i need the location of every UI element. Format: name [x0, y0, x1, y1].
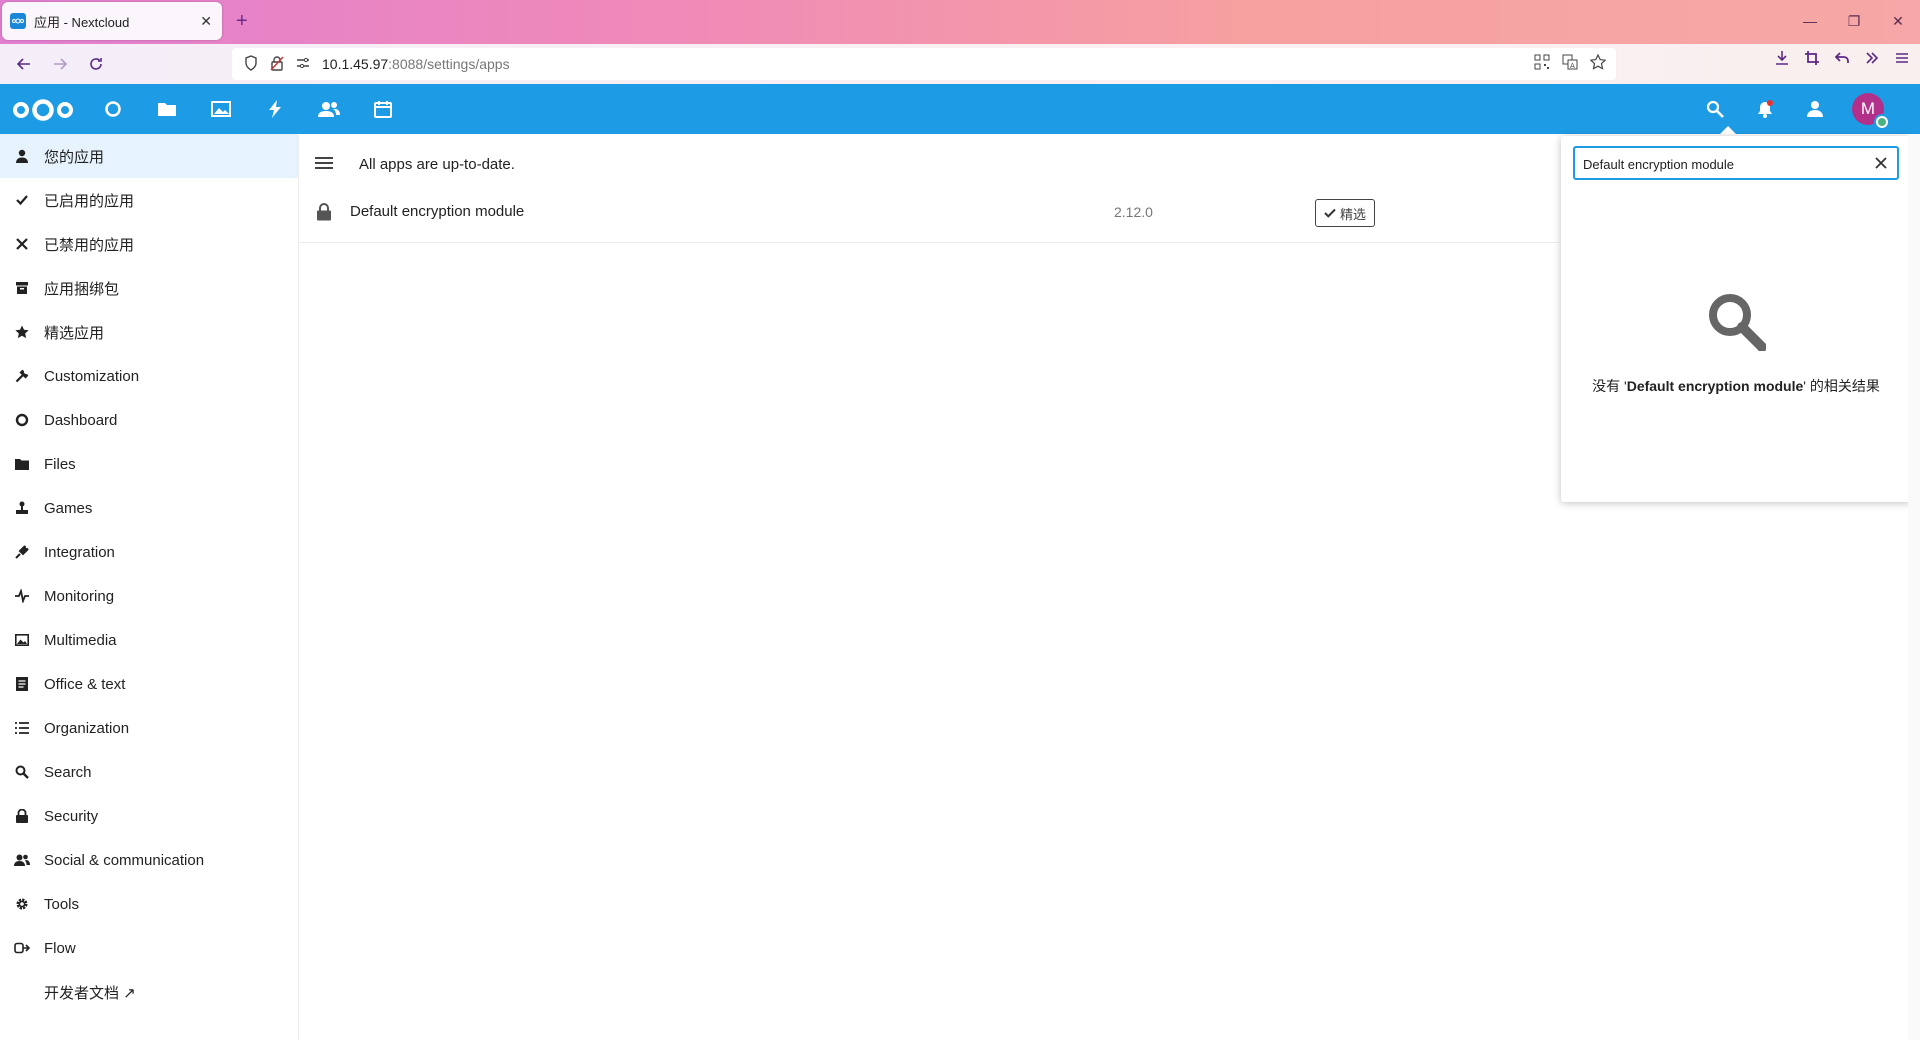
- close-icon: [12, 234, 32, 254]
- unified-search-dropdown: 没有 'Default encryption module' 的相关结果: [1561, 136, 1911, 502]
- forward-button[interactable]: [46, 50, 74, 78]
- sidebar-item-tools[interactable]: Tools: [0, 882, 298, 926]
- calendar-icon[interactable]: [370, 96, 396, 122]
- search-icon: [12, 762, 32, 782]
- downloads-icon[interactable]: [1774, 50, 1790, 71]
- activity-icon[interactable]: [262, 96, 288, 122]
- check-icon: [12, 190, 32, 210]
- sidebar-item-social-communication[interactable]: Social & communication: [0, 838, 298, 882]
- apps-main-content: All apps are up-to-date. Default encrypt…: [299, 134, 1559, 1040]
- sidebar-item-search[interactable]: Search: [0, 750, 298, 794]
- navigation-toggle-icon[interactable]: [313, 154, 335, 172]
- browser-tab[interactable]: 应用 - Nextcloud ✕: [2, 2, 222, 40]
- check-icon: [1324, 208, 1336, 218]
- folder-icon: [12, 454, 32, 474]
- lock-icon: [12, 806, 32, 826]
- shield-icon[interactable]: [244, 54, 258, 74]
- tab-close-icon[interactable]: ✕: [200, 13, 212, 30]
- sidebar-item-customization[interactable]: Customization: [0, 354, 298, 398]
- bookmark-star-icon[interactable]: [1589, 53, 1607, 74]
- sidebar-item-disabled-apps[interactable]: 已禁用的应用: [0, 222, 298, 266]
- sidebar-item-monitoring[interactable]: Monitoring: [0, 574, 298, 618]
- pulse-icon: [12, 586, 32, 606]
- app-version: 2.12.0: [1114, 204, 1153, 220]
- nextcloud-favicon-icon: [10, 13, 26, 29]
- undo-icon[interactable]: [1834, 50, 1850, 71]
- url-text: 10.1.45.97:8088/settings/apps: [322, 56, 510, 72]
- more-tools-icon[interactable]: [1864, 50, 1880, 71]
- sidebar-item-security[interactable]: Security: [0, 794, 298, 838]
- no-results-message: 没有 'Default encryption module' 的相关结果: [1592, 378, 1880, 394]
- sidebar-item-integration[interactable]: Integration: [0, 530, 298, 574]
- window-controls: — ❐ ✕: [1788, 0, 1920, 44]
- search-clear-icon[interactable]: [1871, 153, 1891, 173]
- user-icon: [12, 146, 32, 166]
- translate-icon[interactable]: A: [1562, 54, 1578, 74]
- sidebar-item-dashboard[interactable]: Dashboard: [0, 398, 298, 442]
- contacts-menu-icon[interactable]: [1802, 96, 1828, 122]
- sidebar-item-multimedia[interactable]: Multimedia: [0, 618, 298, 662]
- update-status-text: All apps are up-to-date.: [359, 156, 515, 173]
- document-icon: [12, 674, 32, 694]
- browser-tab-bar: 应用 - Nextcloud ✕ + — ❐ ✕: [0, 0, 1920, 44]
- list-icon: [12, 718, 32, 738]
- sidebar-item-files[interactable]: Files: [0, 442, 298, 486]
- people-icon: [12, 850, 32, 870]
- sidebar-item-developer-docs[interactable]: 开发者文档 ↗: [0, 970, 298, 1014]
- screenshot-crop-icon[interactable]: [1804, 50, 1820, 71]
- svg-text:A: A: [1570, 62, 1575, 70]
- encryption-app-lock-icon: [317, 203, 331, 221]
- insecure-lock-icon[interactable]: [270, 55, 284, 74]
- online-status-indicator: [1874, 114, 1890, 130]
- sidebar-item-your-apps[interactable]: 您的应用: [0, 134, 298, 178]
- sidebar-item-games[interactable]: Games: [0, 486, 298, 530]
- address-bar[interactable]: 10.1.45.97:8088/settings/apps A: [232, 48, 1616, 80]
- contacts-icon[interactable]: [316, 96, 342, 122]
- page-scrollbar[interactable]: [1908, 134, 1920, 1040]
- sidebar-item-enabled-apps[interactable]: 已启用的应用: [0, 178, 298, 222]
- circle-icon: [12, 410, 32, 430]
- search-input[interactable]: [1581, 153, 1865, 175]
- sidebar-item-app-bundles[interactable]: 应用捆绑包: [0, 266, 298, 310]
- search-field[interactable]: [1573, 146, 1899, 180]
- app-list-row[interactable]: Default encryption module 2.12.0 精选: [299, 184, 1559, 243]
- gear-icon: [12, 894, 32, 914]
- plug-icon: [12, 542, 32, 562]
- permissions-icon[interactable]: [296, 56, 310, 72]
- tab-title: 应用 - Nextcloud: [34, 14, 130, 30]
- empty-search-magnifier-icon: [1706, 291, 1767, 356]
- minimize-button[interactable]: —: [1788, 0, 1832, 44]
- notifications-bell-icon[interactable]: [1752, 96, 1778, 122]
- flow-icon: [12, 938, 32, 958]
- photos-icon[interactable]: [208, 96, 234, 122]
- featured-badge-label: 精选: [1340, 206, 1367, 222]
- restore-button[interactable]: ❐: [1832, 0, 1876, 44]
- reload-button[interactable]: [82, 50, 110, 78]
- files-icon[interactable]: [154, 96, 180, 122]
- hamburger-menu-icon[interactable]: [1894, 50, 1910, 71]
- sidebar-item-flow[interactable]: Flow: [0, 926, 298, 970]
- new-tab-button[interactable]: +: [236, 10, 248, 33]
- dashboard-icon[interactable]: [100, 96, 126, 122]
- back-button[interactable]: [10, 50, 38, 78]
- joystick-icon: [12, 498, 32, 518]
- sidebar-item-office-text[interactable]: Office & text: [0, 662, 298, 706]
- nextcloud-logo-icon[interactable]: [12, 99, 74, 126]
- app-categories-sidebar: 您的应用 已启用的应用 已禁用的应用 应用捆绑包 精选应用 Customizat…: [0, 134, 299, 1040]
- unified-search-icon[interactable]: [1702, 96, 1728, 122]
- window-close-button[interactable]: ✕: [1876, 0, 1920, 44]
- sidebar-item-organization[interactable]: Organization: [0, 706, 298, 750]
- featured-badge: 精选: [1315, 199, 1376, 227]
- nextcloud-header: M: [0, 84, 1920, 134]
- image-icon: [12, 630, 32, 650]
- star-icon: [12, 322, 32, 342]
- qr-code-icon[interactable]: [1534, 54, 1550, 74]
- wrench-icon: [12, 366, 32, 386]
- browser-nav-bar: 10.1.45.97:8088/settings/apps A: [0, 44, 1920, 85]
- app-name[interactable]: Default encryption module: [350, 203, 524, 220]
- search-dropdown-caret: [1718, 126, 1738, 136]
- sidebar-item-featured-apps[interactable]: 精选应用: [0, 310, 298, 354]
- archive-icon: [12, 278, 32, 298]
